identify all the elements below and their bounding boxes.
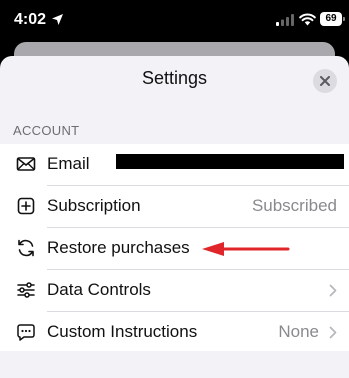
signal-icon	[276, 14, 294, 26]
chat-bubble-icon	[17, 324, 35, 341]
section-header-account: ACCOUNT	[13, 123, 80, 138]
account-settings-group: Email Subscription Subscribed Restore pu…	[0, 144, 349, 351]
location-arrow-icon	[52, 14, 63, 25]
subscription-status: Subscribed	[251, 196, 337, 215]
status-time: 4:02	[14, 11, 47, 28]
data-controls-label: Data Controls	[47, 280, 151, 299]
custom-instructions-label: Custom Instructions	[47, 322, 198, 341]
restore-purchases-label: Restore purchases	[47, 238, 190, 257]
close-button[interactable]	[313, 69, 337, 93]
subscription-row[interactable]: Subscription Subscribed	[0, 186, 349, 227]
restore-purchases-row[interactable]: Restore purchases	[0, 228, 349, 269]
status-bar: 4:02 69	[0, 0, 349, 40]
refresh-icon	[18, 239, 34, 257]
subscription-label: Subscription	[47, 196, 141, 215]
wifi-icon	[299, 13, 316, 26]
email-row[interactable]: Email	[0, 144, 349, 185]
email-label: Email	[47, 154, 90, 173]
annotation-arrow-icon	[202, 242, 290, 256]
sliders-icon	[17, 282, 35, 298]
custom-instructions-value: None	[278, 322, 319, 341]
sheet-title: Settings	[141, 68, 208, 88]
data-controls-row[interactable]: Data Controls	[0, 270, 349, 311]
envelope-icon	[16, 157, 36, 171]
settings-sheet: Settings ACCOUNT Email Subscription Subs	[0, 56, 349, 378]
battery-icon: 69	[320, 12, 345, 26]
plus-square-icon	[17, 197, 35, 215]
custom-instructions-row[interactable]: Custom Instructions None	[0, 312, 349, 353]
close-icon	[320, 76, 330, 86]
redacted-email-value	[116, 154, 344, 169]
chevron-right-icon	[329, 284, 337, 297]
chevron-right-icon	[329, 326, 337, 339]
